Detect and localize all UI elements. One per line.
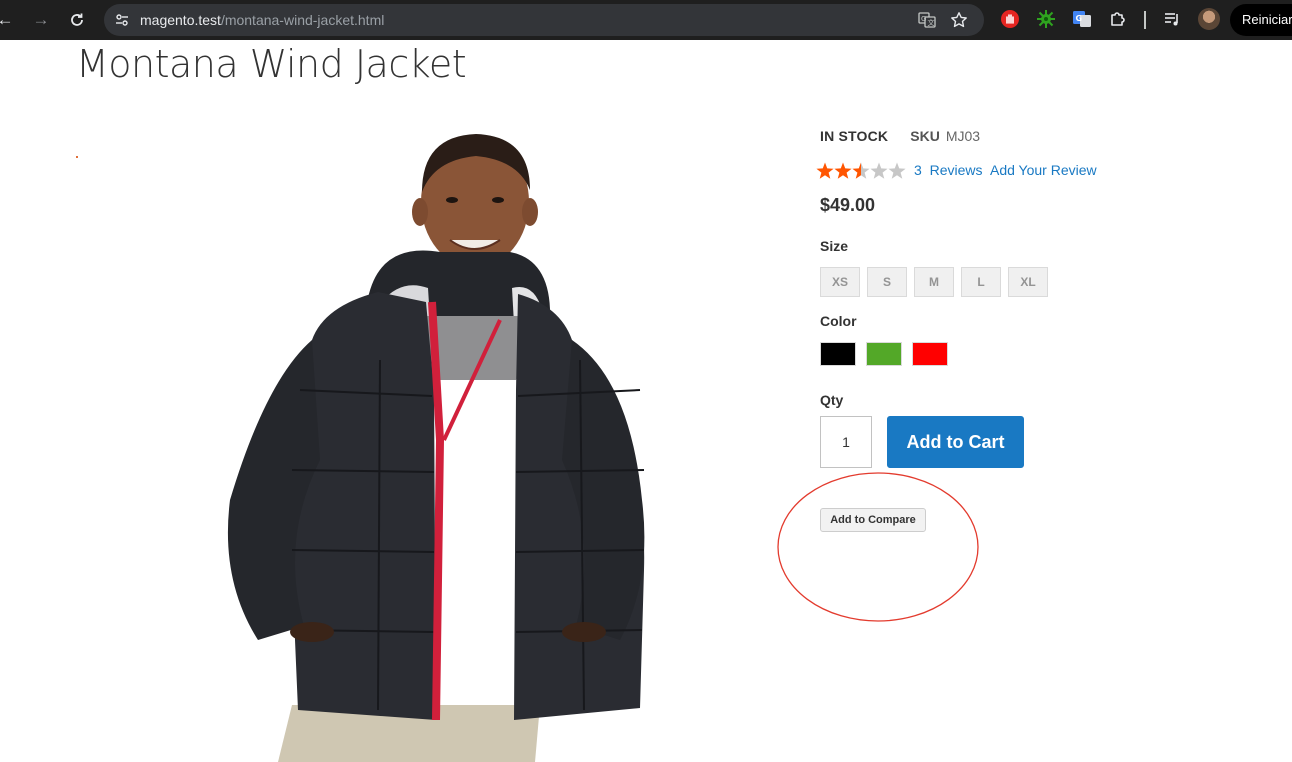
- green-bug-extension-icon[interactable]: [1036, 9, 1056, 29]
- size-option-xs[interactable]: XS: [820, 267, 860, 297]
- toolbar-divider: [1144, 11, 1146, 29]
- sku-label: SKU: [910, 128, 940, 144]
- reviews-label: Reviews: [929, 162, 983, 178]
- stock-sku-row: IN STOCK SKU MJ03: [820, 128, 980, 144]
- size-option-s[interactable]: S: [867, 267, 907, 297]
- color-label: Color: [820, 313, 857, 329]
- rating-star: [870, 162, 888, 179]
- browser-toolbar: ← → magento.test/montana-wind-jacket.htm…: [0, 0, 1292, 40]
- bookmark-star-icon[interactable]: [950, 11, 968, 29]
- product-image[interactable]: [200, 120, 680, 762]
- annotation-circle: [777, 472, 979, 622]
- page-title: Montana Wind Jacket: [76, 42, 467, 86]
- add-to-compare-button[interactable]: Add to Compare: [820, 508, 926, 532]
- rating-star: [816, 162, 834, 179]
- forward-arrow-icon[interactable]: →: [30, 9, 52, 31]
- rating-star: [888, 162, 906, 179]
- rating-star: [852, 162, 870, 179]
- reviews-count: 3: [914, 162, 922, 178]
- translate-icon[interactable]: G 文: [918, 11, 936, 29]
- site-info-icon[interactable]: [114, 12, 130, 28]
- size-option-m[interactable]: M: [914, 267, 954, 297]
- color-swatch-red[interactable]: [912, 342, 948, 366]
- sku-value: MJ03: [945, 128, 981, 144]
- add-to-cart-button[interactable]: Add to Cart: [887, 416, 1024, 468]
- product-price: $49.00: [820, 195, 876, 215]
- size-option-l[interactable]: L: [961, 267, 1001, 297]
- url-path: /montana-wind-jacket.html: [220, 12, 385, 28]
- media-queue-icon[interactable]: [1162, 9, 1182, 29]
- restart-button[interactable]: Reiniciar: [1230, 4, 1292, 36]
- stock-status: IN STOCK: [820, 128, 889, 144]
- google-translate-extension-icon[interactable]: G: [1072, 9, 1092, 29]
- color-swatch-black[interactable]: [820, 342, 856, 366]
- svg-text:G: G: [921, 15, 926, 23]
- rating-stars: [816, 162, 906, 179]
- qty-label: Qty: [820, 392, 844, 408]
- url-text[interactable]: magento.test/montana-wind-jacket.html: [140, 4, 384, 36]
- svg-text:文: 文: [928, 18, 935, 27]
- back-arrow-icon[interactable]: ←: [0, 9, 16, 31]
- address-bar[interactable]: magento.test/montana-wind-jacket.html G …: [104, 4, 984, 36]
- profile-avatar[interactable]: [1198, 8, 1220, 30]
- color-swatch-green[interactable]: [866, 342, 902, 366]
- url-host: magento.test: [140, 12, 221, 28]
- qty-input[interactable]: [820, 416, 872, 468]
- puzzle-extensions-icon[interactable]: [1108, 9, 1128, 29]
- svg-text:G: G: [1076, 14, 1083, 23]
- size-label: Size: [820, 238, 849, 254]
- reviews-link[interactable]: 3 Reviews: [914, 162, 982, 178]
- red-hand-extension-icon[interactable]: [1000, 9, 1020, 29]
- loader-dot: [76, 156, 78, 158]
- add-review-link[interactable]: Add Your Review: [990, 162, 1097, 178]
- reload-icon[interactable]: [66, 9, 88, 31]
- rating-star: [834, 162, 852, 179]
- size-option-xl[interactable]: XL: [1008, 267, 1048, 297]
